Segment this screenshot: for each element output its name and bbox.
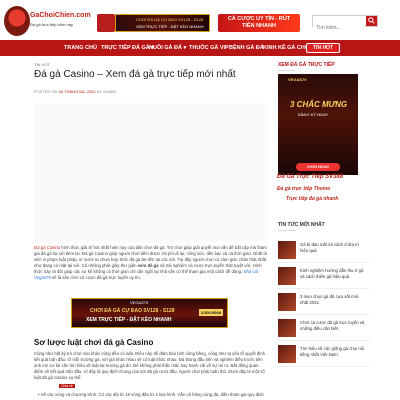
mid-banner-amount: 3.000.000đ <box>198 309 223 316</box>
news-thumbnail <box>278 293 296 311</box>
nav-live[interactable]: TRỰC TIẾP ĐÁ GÀ ▾ <box>101 40 154 56</box>
header-cta-line2: TIỀN NHANH <box>242 22 276 29</box>
news-link[interactable]: Kinh nghiệm hướng dẫn thu ở gà và cách t… <box>300 268 368 279</box>
list-item[interactable]: Gà bị đau mắt và cách chữa trị hiệu quả <box>278 239 370 263</box>
header-badge-icon <box>97 14 115 32</box>
nav-raising[interactable]: NUÔI GÀ ĐÁ ▾ <box>149 40 186 56</box>
list-item[interactable]: 3 mẹo chọn gà đá cựa sắt mới nhất 2021 <box>278 291 370 315</box>
share-tag[interactable]: Chia sẻ <box>59 384 75 388</box>
nav-hot-news[interactable]: TIN HOT <box>306 43 340 53</box>
rules-paragraph: Cũng như bất kỳ trò chơi nào khác cũng đ… <box>34 351 265 380</box>
sidebar-ad[interactable]: VEGAS79 3 CHẮC MƯNG ĐĂNG KÝ NGAY CHƠI NG… <box>278 74 358 175</box>
lead-link[interactable]: Đá gà Casino <box>34 245 60 250</box>
article-header: TIN HOT Đá gà Casino – Xem đá gà trực ti… <box>34 62 268 94</box>
news-thumbnail <box>278 345 296 363</box>
list-item[interactable]: Chơi cá cược đá gà trực tuyến và những đ… <box>278 317 370 341</box>
header: GaChoiChien.com Đá gà trực tiếp hôm nay … <box>0 0 400 40</box>
posted-prefix: POSTED ON <box>34 89 58 94</box>
para1-bold: xem đá gà <box>137 263 159 268</box>
nav-experience[interactable]: KINH KÊ GÀ CHỌI <box>263 40 311 56</box>
news-link[interactable]: Chơi cá cược đá gà trực tuyến và những đ… <box>300 320 368 331</box>
hero-image <box>34 103 267 242</box>
section-heading: Sơ lược luật chơi đá gà Casino <box>34 338 154 347</box>
sidebar-tag-thomo[interactable]: Đá gà trực tiếp Thomo <box>277 186 330 192</box>
header-banner-line1: CHƠI ĐÁ GÀ CỰ ĐAO SV128 - S128 <box>136 17 204 22</box>
sidebar-tag-live[interactable]: Trực tiếp đá gà nhanh <box>286 196 338 202</box>
nav-medicine[interactable]: THUỐC GÀ VIP <box>189 40 229 56</box>
latest-news-list: Gà bị đau mắt và cách chữa trị hiệu quả … <box>278 239 370 369</box>
posted-by[interactable]: BY ADMIN <box>97 89 116 94</box>
sidebar-tag-sv388[interactable]: Đá Gà Trực Tiếp SV388 <box>277 174 343 180</box>
sidebar-ad-head: VEGAS79 <box>288 77 307 82</box>
site-logo[interactable]: GaChoiChien.com Đá gà trực tiếp hôm nay <box>4 6 91 36</box>
mid-banner-line1: CHƠI ĐÁ GÀ CỰ ĐAO SV128 - S128 <box>90 308 175 314</box>
header-cta-line1: CÁ CƯỢC UY TÍN - RÚT <box>227 16 291 22</box>
posted-date-link[interactable]: 26 THÁNG BA, 2021 <box>59 89 96 94</box>
breadcrumb[interactable]: TIN HOT <box>34 62 268 67</box>
nav-disease[interactable]: BỆNH GÀ ĐÁ <box>229 40 264 56</box>
sidebar-ad-cta[interactable]: CHƠI NGAY <box>296 163 340 171</box>
sidebar: XEM ĐÁ GÀ TRỰC TIẾP VEGAS79 3 CHẮC MƯNG … <box>277 62 370 367</box>
news-thumbnail <box>278 241 296 259</box>
para1-text-c: sẽ là sân chơi cá cược đá gà trực tuyến … <box>50 275 142 280</box>
latest-news-title: TIN TỨC MỚI NHẤT <box>278 222 325 228</box>
sidebar-ad-sub: ĐĂNG KÝ NGAY <box>298 112 329 117</box>
search-icon <box>368 17 375 24</box>
sidebar-ad-title: XEM ĐÁ GÀ TRỰC TIẾP <box>278 62 335 68</box>
list-item[interactable]: Tìm hiểu về các giống gà chọi nổi tiếng … <box>278 343 370 367</box>
logo-text: GaChoiChien.com <box>30 12 91 19</box>
divider <box>278 70 296 71</box>
search-button[interactable] <box>366 16 377 26</box>
rules-bullet: • Về các vòng và chương trình: Có các độ… <box>38 392 264 397</box>
news-thumbnail <box>278 267 296 285</box>
mid-ad-banner[interactable]: VEGAS79 CHƠI ĐÁ GÀ CỰ ĐAO SV128 - S128 X… <box>71 298 228 328</box>
divider <box>278 230 296 231</box>
header-cta-button[interactable]: CÁ CƯỢC UY TÍN - RÚT TIỀN NHANH <box>218 14 300 32</box>
sidebar-ad-big: 3 CHẮC MƯNG <box>290 100 348 109</box>
news-link[interactable]: 3 mẹo chọn gà đá cựa sắt mới nhất 2021 <box>300 294 368 305</box>
news-link[interactable]: Gà bị đau mắt và cách chữa trị hiệu quả <box>300 242 368 253</box>
intro-paragraph: Đá gà Casino hình thức giải trí hot nhất… <box>34 245 268 281</box>
main-nav: TRANG CHỦ TRỰC TIẾP ĐÁ GÀ ▾ NUÔI GÀ ĐÁ ▾… <box>0 40 400 56</box>
mid-banner-line2: XEM TRỰC TIẾP - ĐẶT KÈO NHANH <box>86 317 172 323</box>
search-box <box>312 15 378 33</box>
page-title: Đá gà Casino – Xem đá gà trực tiếp mới n… <box>34 69 236 80</box>
mid-banner-logo: VEGAS79 <box>130 300 149 305</box>
header-ad-banner[interactable]: CHƠI ĐÁ GÀ CỰ ĐAO SV128 - S128 XEM TRỰC … <box>115 14 210 32</box>
rooster-logo-icon <box>4 6 30 36</box>
news-link[interactable]: Tìm hiểu về các giống gà chọi nổi tiếng … <box>300 346 368 357</box>
logo-subtitle: Đá gà trực tiếp hôm nay <box>30 22 73 27</box>
header-banner-line2: XEM TRỰC TIẾP - ĐẶT KÈO NHANH <box>136 24 204 29</box>
list-item[interactable]: Kinh nghiệm hướng dẫn thu ở gà và cách t… <box>278 265 370 289</box>
news-thumbnail <box>278 319 296 337</box>
post-meta: POSTED ON 26 THÁNG BA, 2021 BY ADMIN <box>34 89 268 94</box>
nav-home[interactable]: TRANG CHỦ <box>64 40 97 56</box>
search-input[interactable] <box>313 23 365 33</box>
